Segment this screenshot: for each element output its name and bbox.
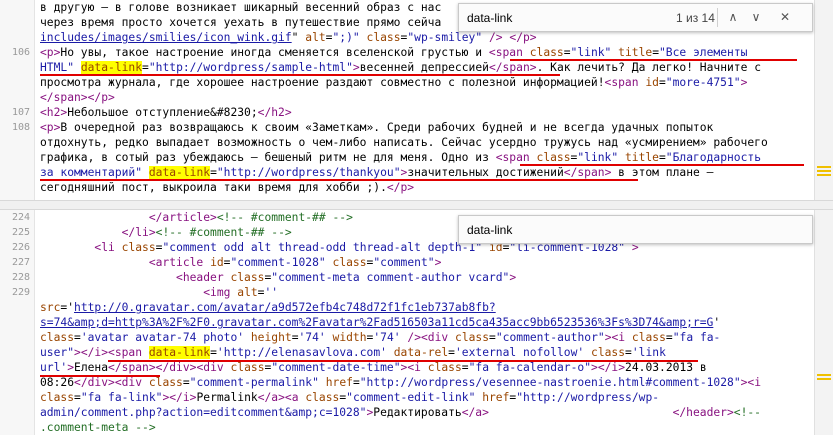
code-line[interactable]: includes/images/smilies/icon_wink.gif" a… xyxy=(40,30,813,45)
code-line[interactable]: HTML" data-link="http://wordpress/sample… xyxy=(40,60,813,75)
line-number: 107 xyxy=(11,107,30,118)
code-line[interactable]: </span></p> xyxy=(40,90,813,105)
line-number xyxy=(0,345,30,360)
red-underline-annotation xyxy=(520,164,804,166)
source-view-bottom-pane[interactable]: 224 </article><!-- #comment-## --> 225 </… xyxy=(0,210,833,435)
match-count: 1 из 14 xyxy=(676,11,715,25)
search-match-marker xyxy=(817,174,831,176)
code-line[interactable]: class='avatar avatar-74 photo' height='7… xyxy=(40,330,813,345)
line-number xyxy=(0,180,30,195)
code-line[interactable]: графика, в сотый раз убеждаюсь — бешеный… xyxy=(40,150,813,165)
code-line[interactable]: <p>Но увы, такое настроение иногда сменя… xyxy=(40,45,813,60)
code-line[interactable]: admin/comment.php?action=editcomment&amp… xyxy=(40,405,813,420)
line-number xyxy=(0,330,30,345)
line-number xyxy=(0,135,30,150)
red-underline-annotation xyxy=(108,360,698,362)
red-underline-annotation xyxy=(40,375,160,377)
code-line[interactable]: .comment-meta --> xyxy=(40,420,813,435)
line-number: 227 xyxy=(11,257,30,268)
search-match-marker xyxy=(817,166,831,168)
red-underline-annotation xyxy=(40,179,638,181)
line-number: 108 xyxy=(11,122,30,133)
pane-separator xyxy=(0,200,833,210)
chevron-up-icon[interactable]: ∧ xyxy=(723,8,743,27)
code-line[interactable]: class="fa fa-link"></i>Permalink</a><a c… xyxy=(40,390,813,405)
code-line[interactable]: отдохнуть, редко выпадает возможность о … xyxy=(40,135,813,150)
line-number xyxy=(0,60,30,75)
line-number xyxy=(0,315,30,330)
code-line[interactable]: 08:26</div><div class="comment-permalink… xyxy=(40,375,813,390)
code-line[interactable]: просмотра журнала, где хорошее настроени… xyxy=(40,75,813,90)
code-line[interactable]: сегодняшний пост, выкроила таки время дл… xyxy=(40,180,813,195)
line-number xyxy=(0,300,30,315)
search-match-marker xyxy=(817,374,831,376)
search-match-marker xyxy=(817,378,831,380)
code-line[interactable]: <p>В очередной раз возвращаюсь к своим «… xyxy=(40,120,813,135)
divider xyxy=(717,8,718,27)
vertical-scrollbar[interactable] xyxy=(814,210,833,435)
source-view-top-pane[interactable]: в другую — в голове возникает шикарный в… xyxy=(0,0,833,200)
line-number xyxy=(0,360,30,375)
find-input[interactable] xyxy=(463,219,719,240)
line-number xyxy=(0,165,30,180)
line-number: 226 xyxy=(11,242,30,253)
find-bar xyxy=(458,215,813,244)
line-number: 228 xyxy=(11,272,30,283)
line-number: 225 xyxy=(11,227,30,238)
line-number xyxy=(0,390,30,405)
line-number: 229 xyxy=(11,287,30,298)
code-line[interactable]: url'>Елена</span></div><div class="comme… xyxy=(40,360,813,375)
search-match-marker xyxy=(817,170,831,172)
code-line[interactable]: <article id="comment-1028" class="commen… xyxy=(40,255,813,270)
code-line[interactable]: <header class="comment-meta comment-auth… xyxy=(40,270,813,285)
line-number xyxy=(0,75,30,90)
code-line[interactable]: <h2>Небольшое отступление&#8230;</h2> xyxy=(40,105,813,120)
code-line[interactable]: user"></i><span data-link='http://elenas… xyxy=(40,345,813,360)
line-number xyxy=(0,30,30,45)
line-number xyxy=(0,150,30,165)
code-line[interactable]: за комментарий" data-link="http://wordpr… xyxy=(40,165,813,180)
find-bar: 1 из 14 ∧ ∨ ✕ xyxy=(458,3,813,32)
line-number xyxy=(0,405,30,420)
line-number: 224 xyxy=(11,212,30,223)
chevron-down-icon[interactable]: ∨ xyxy=(746,8,766,27)
vertical-scrollbar[interactable] xyxy=(814,0,833,200)
code-line[interactable]: src='http://0.gravatar.com/avatar/a9d572… xyxy=(40,300,813,315)
line-number: 106 xyxy=(11,47,30,58)
red-underline-annotation xyxy=(510,59,797,61)
line-number xyxy=(0,375,30,390)
code-line[interactable]: s=74&amp;d=http%3A%2F%2F0.gravatar.com%2… xyxy=(40,315,813,330)
line-number xyxy=(0,15,30,30)
close-icon[interactable]: ✕ xyxy=(775,8,795,27)
line-number xyxy=(0,420,30,435)
code-line[interactable]: <img alt='' xyxy=(40,285,813,300)
line-number xyxy=(0,0,30,15)
line-number xyxy=(0,90,30,105)
red-underline-annotation xyxy=(40,74,560,76)
